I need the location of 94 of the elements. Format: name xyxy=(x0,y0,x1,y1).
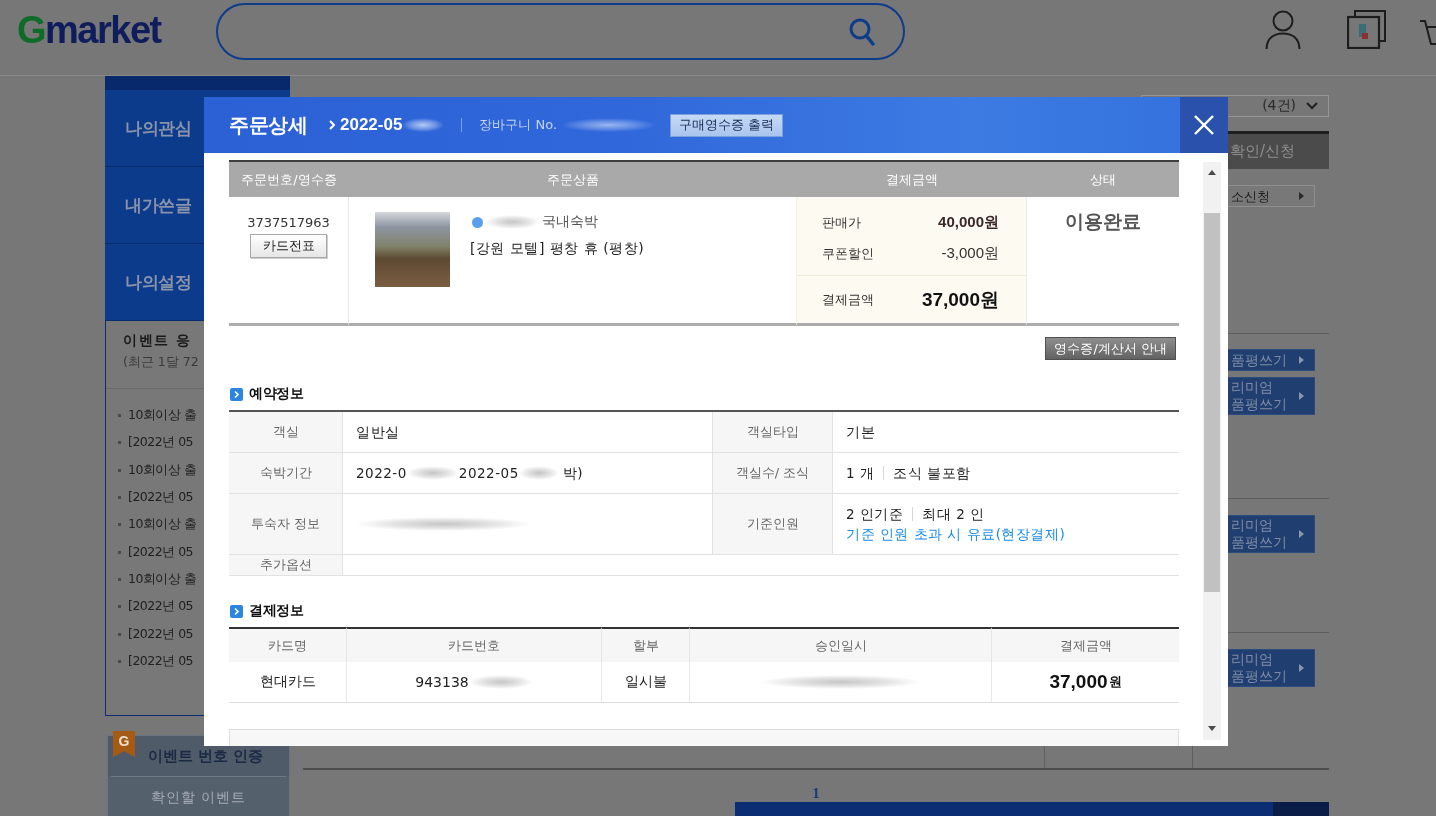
event-link[interactable]: 10회이상 출 xyxy=(128,570,197,588)
close-button[interactable] xyxy=(1180,97,1228,153)
chevron-square-icon xyxy=(230,604,243,618)
caret-icon xyxy=(1299,530,1304,538)
field-label: 추가옵션 xyxy=(229,555,343,576)
caret-icon xyxy=(1299,664,1304,672)
payment-amount: 37,000 xyxy=(1049,671,1108,693)
field-label: 기준인원 xyxy=(713,494,833,555)
field-label: 객실 xyxy=(229,412,343,453)
payment-value: 943138 xyxy=(415,674,469,690)
event-panel-title: 이벤트 응 xyxy=(122,331,193,349)
blurred-text xyxy=(485,215,540,229)
column-header: 승인일시 xyxy=(689,627,991,662)
bullet-icon xyxy=(118,414,121,418)
field-value: 박) xyxy=(562,464,583,483)
amount-value: -3,000원 xyxy=(941,244,999,263)
field-value: 조식 불포함 xyxy=(893,464,971,483)
search-icon[interactable] xyxy=(849,17,875,46)
currency-unit: 원 xyxy=(1108,673,1122,691)
event-link[interactable]: 10회이상 출 xyxy=(128,516,197,534)
order-date: 2022-05 xyxy=(340,115,403,135)
receipt-guide-button[interactable]: 영수증/계산서 안내 xyxy=(1045,337,1176,360)
caret-icon xyxy=(1299,192,1304,200)
column-header: 결제금액 xyxy=(797,160,1027,197)
chevron-right-icon xyxy=(329,120,335,130)
caret-icon xyxy=(1299,392,1304,400)
field-label: 투숙자 정보 xyxy=(229,494,343,555)
card-slip-button[interactable]: 카드전표 xyxy=(250,234,327,258)
column-header: 주문상품 xyxy=(349,160,797,197)
field-label: 객실수/ 조식 xyxy=(713,453,833,494)
caret-icon xyxy=(1299,356,1304,364)
field-value: 1 개 xyxy=(846,464,875,483)
event-link[interactable]: 10회이상 출 xyxy=(128,407,197,425)
page-number[interactable]: 1 xyxy=(812,785,820,801)
bullet-icon xyxy=(118,550,121,554)
chevron-down-icon xyxy=(1306,102,1318,110)
product-name[interactable]: [강원 모텔] 평창 휴 (평창) xyxy=(470,238,645,258)
field-value: 2022-0 xyxy=(356,464,407,483)
column-header: 카드명 xyxy=(229,627,346,662)
bullet-icon xyxy=(118,659,121,663)
payment-value: 일시불 xyxy=(624,673,667,691)
section-title: 결제정보 xyxy=(249,602,303,620)
scrollbar[interactable] xyxy=(1203,162,1221,740)
print-receipt-button[interactable]: 구매영수증 출력 xyxy=(670,113,784,137)
amount-label: 결제금액 xyxy=(822,290,874,309)
event-link[interactable]: 10회이상 출 xyxy=(128,461,197,479)
field-label: 객실타입 xyxy=(713,412,833,453)
field-value: 기본 xyxy=(846,423,875,442)
event-count-text: (최근 1달 72 xyxy=(122,353,200,371)
field-value: 일반실 xyxy=(356,423,400,442)
cart-number-label: 장바구니 No. xyxy=(479,116,558,134)
bullet-icon xyxy=(118,441,121,445)
event-link[interactable]: [2022년 05 xyxy=(128,598,194,616)
event-link[interactable]: [2022년 05 xyxy=(128,652,194,670)
user-icon[interactable] xyxy=(1265,9,1301,50)
bullet-icon xyxy=(118,523,121,527)
scroll-down-icon[interactable] xyxy=(1208,726,1216,731)
column-header: 할부 xyxy=(601,627,689,662)
amount-value: 40,000원 xyxy=(938,213,999,232)
field-value: 최대 2 인 xyxy=(922,505,985,524)
blurred-text xyxy=(402,118,445,132)
order-status: 이용완료 xyxy=(1065,209,1141,234)
section-title: 예약정보 xyxy=(249,385,303,403)
event-link[interactable]: [2022년 05 xyxy=(128,434,194,452)
bullet-icon xyxy=(118,632,121,636)
column-header: 카드번호 xyxy=(346,627,601,662)
ribbon-badge: G xyxy=(113,731,135,757)
chevron-square-icon xyxy=(230,387,243,401)
event-link[interactable]: [2022년 05 xyxy=(128,489,194,507)
scrollbar-thumb[interactable] xyxy=(1204,213,1220,592)
bullet-icon xyxy=(118,496,121,500)
column-header: 주문번호/영수증 xyxy=(229,160,349,197)
dot-icon xyxy=(472,216,483,228)
column-header: 결제금액 xyxy=(991,627,1179,662)
amount-value: 37,000원 xyxy=(921,287,999,312)
amount-label: 판매가 xyxy=(822,213,861,232)
search-field[interactable] xyxy=(216,3,905,60)
event-link[interactable]: [2022년 05 xyxy=(128,625,194,643)
amount-label: 쿠폰할인 xyxy=(822,244,874,263)
surcharge-note: 기준 인원 초과 시 유료(현장결제) xyxy=(846,525,1066,544)
bullet-icon xyxy=(118,605,121,609)
payment-value: 현대카드 xyxy=(259,673,316,691)
close-icon xyxy=(1194,115,1214,135)
field-value: 2022-05 xyxy=(458,464,519,483)
product-category: 국내숙박 xyxy=(542,213,598,231)
event-auth-text: 확인할 이벤트 xyxy=(150,789,247,807)
bullet-icon xyxy=(118,577,121,581)
bullet-icon xyxy=(118,468,121,472)
logo[interactable]: Gmarket xyxy=(17,9,199,50)
column-header: 상태 xyxy=(1027,160,1179,197)
event-link[interactable]: [2022년 05 xyxy=(128,543,194,561)
field-value: 2 인기준 xyxy=(846,505,904,524)
image-stack-icon[interactable] xyxy=(1347,10,1386,49)
field-label: 숙박기간 xyxy=(229,453,343,494)
